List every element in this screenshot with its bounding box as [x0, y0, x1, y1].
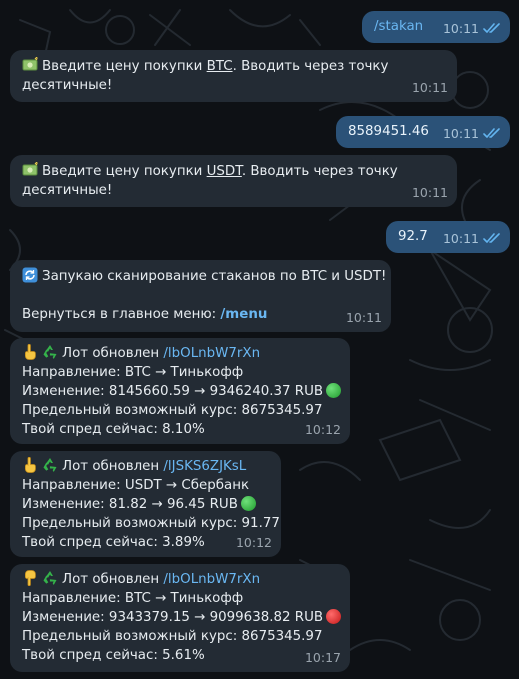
- spread-line: Твой спред сейчас: 5.61%: [22, 648, 205, 663]
- incoming-message-lot-update[interactable]: Лот обновлен /lbOLnbW7rXn Направление: B…: [10, 564, 350, 672]
- btc-link[interactable]: BTC: [207, 59, 233, 74]
- change-line: Изменение: 9343379.15 → 9099638.82 RUB: [22, 610, 324, 625]
- message-time: 10:11: [411, 185, 448, 200]
- incoming-message-lot-update[interactable]: Лот обновлен /lbOLnbW7rXn Направление: B…: [10, 338, 350, 444]
- limit-rate-line: Предельный возможный курс: 8675345.97: [22, 629, 323, 644]
- outgoing-message-btc-price[interactable]: 8589451.46 10:11: [336, 116, 510, 148]
- red-circle-icon: [326, 609, 342, 624]
- usdt-link[interactable]: USDT: [207, 164, 242, 179]
- message-text: Лот обновлен: [62, 346, 164, 361]
- incoming-message-lot-update[interactable]: Лот обновлен /lJSKS6ZJKsL Направление: U…: [10, 451, 281, 557]
- message-text: Запукаю сканирование стаканов по BTC и U…: [42, 269, 387, 284]
- money-with-wings-icon: [22, 162, 38, 178]
- direction-line: Направление: BTC → Тинькофф: [22, 365, 244, 380]
- message-text: Введите цену покупки: [42, 59, 207, 74]
- direction-line: Направление: BTC → Тинькофф: [22, 591, 244, 606]
- lot-link[interactable]: /lJSKS6ZJKsL: [163, 459, 246, 474]
- money-with-wings-icon: [22, 57, 38, 73]
- lot-link[interactable]: /lbOLnbW7rXn: [163, 572, 260, 587]
- point-up-hand-icon: [22, 457, 38, 473]
- message-text: 92.7: [398, 229, 428, 244]
- message-text: . Вводить через точку: [241, 164, 398, 179]
- message-time: 10:17: [304, 650, 341, 665]
- message-text: Вернуться в главное меню:: [22, 307, 221, 322]
- message-time: 10:11: [442, 231, 479, 246]
- spread-line: Твой спред сейчас: 8.10%: [22, 422, 205, 437]
- limit-rate-line: Предельный возможный курс: 91.77: [22, 516, 280, 531]
- message-text: Лот обновлен: [62, 572, 164, 587]
- message-time: 10:11: [345, 310, 382, 325]
- message-text: . Вводить через точку: [232, 59, 389, 74]
- point-up-hand-icon: [22, 344, 38, 360]
- limit-rate-line: Предельный возможный курс: 8675345.97: [22, 403, 323, 418]
- stakan-command-link[interactable]: /stakan: [374, 19, 423, 34]
- recycle-icon: [42, 570, 58, 586]
- double-check-icon: [483, 128, 501, 139]
- arrows-counterclockwise-icon: [22, 267, 38, 283]
- message-text: 8589451.46: [348, 124, 429, 139]
- message-time: 10:12: [235, 535, 272, 550]
- point-down-hand-icon: [22, 570, 38, 586]
- message-meta: 10:11: [443, 229, 501, 248]
- direction-line: Направление: USDT → Сбербанк: [22, 478, 250, 493]
- message-meta: 10:11: [443, 19, 501, 38]
- recycle-icon: [42, 344, 58, 360]
- message-text: десятичные!: [22, 78, 113, 93]
- menu-command-link[interactable]: /menu: [220, 307, 267, 322]
- green-circle-icon: [240, 496, 256, 511]
- message-time: 10:11: [442, 126, 479, 141]
- message-time: 10:11: [442, 21, 479, 36]
- message-text: десятичные!: [22, 183, 113, 198]
- message-text: Введите цену покупки: [42, 164, 207, 179]
- double-check-icon: [483, 233, 501, 244]
- lot-link[interactable]: /lbOLnbW7rXn: [163, 346, 260, 361]
- green-circle-icon: [326, 383, 342, 398]
- spread-line: Твой спред сейчас: 3.89%: [22, 535, 205, 550]
- message-meta: 10:11: [443, 124, 501, 143]
- outgoing-message-stakan[interactable]: /stakan 10:11: [362, 11, 510, 43]
- message-time: 10:11: [411, 80, 448, 95]
- change-line: Изменение: 81.82 → 96.45 RUB: [22, 497, 238, 512]
- change-line: Изменение: 8145660.59 → 9346240.37 RUB: [22, 384, 324, 399]
- incoming-message-scan-started[interactable]: Запукаю сканирование стаканов по BTC и U…: [10, 260, 391, 332]
- message-text: Лот обновлен: [62, 459, 164, 474]
- incoming-message-btc-price-prompt[interactable]: Введите цену покупки BTC. Вводить через …: [10, 50, 457, 102]
- incoming-message-usdt-price-prompt[interactable]: Введите цену покупки USDT. Вводить через…: [10, 155, 457, 207]
- outgoing-message-usdt-price[interactable]: 92.7 10:11: [386, 221, 510, 253]
- recycle-icon: [42, 457, 58, 473]
- message-time: 10:12: [304, 422, 341, 437]
- double-check-icon: [483, 23, 501, 34]
